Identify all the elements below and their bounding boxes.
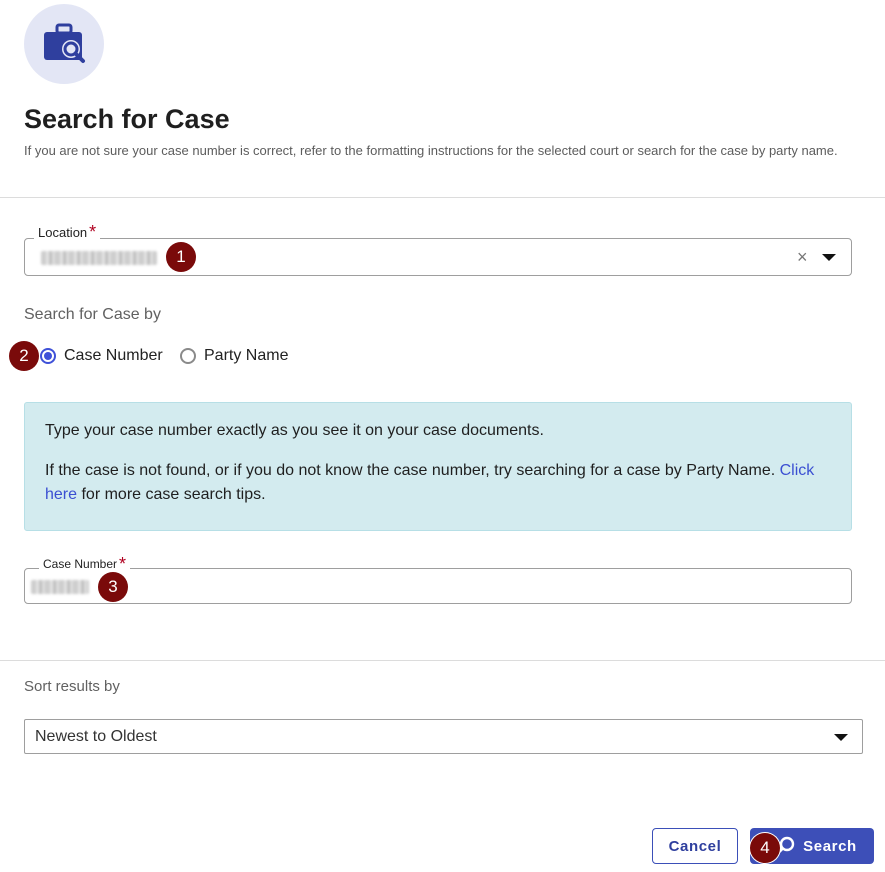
step-badge-4: 4 [750,833,780,863]
sort-select-value: Newest to Oldest [35,728,157,745]
info-line-2: If the case is not found, or if you do n… [45,462,815,503]
required-mark: * [89,222,97,242]
radio-button-checked[interactable] [40,348,56,364]
search-by-label: Search for Case by [24,306,161,323]
step-badge-3: 3 [98,572,128,602]
radio-button[interactable] [180,348,196,364]
chevron-down-icon[interactable] [834,734,848,741]
sort-select[interactable]: Newest to Oldest [24,719,863,754]
briefcase-search-icon [24,4,104,84]
search-for-case-page: Search for Case If you are not sure your… [0,0,885,872]
location-value-redacted [41,251,157,265]
radio-case-number-label: Case Number [64,347,163,364]
radio-party-name-label: Party Name [204,347,289,364]
location-label: Location * [34,222,101,242]
required-mark: * [119,554,127,574]
case-number-label: Case Number * [39,554,131,574]
page-subtitle: If you are not sure your case number is … [24,143,838,158]
radio-party-name[interactable]: Party Name [180,347,288,365]
step-badge-2: 2 [9,341,39,371]
info-alert: Type your case number exactly as you see… [24,402,852,531]
page-title: Search for Case [24,104,230,134]
search-button-label: Search [803,837,857,855]
clear-icon[interactable]: × [797,247,808,268]
cancel-button[interactable]: Cancel [652,828,738,864]
location-select[interactable]: × [24,238,852,276]
case-number-input[interactable] [24,568,852,604]
info-line-1: Type your case number exactly as you see… [45,422,544,439]
chevron-down-icon[interactable] [822,254,836,261]
divider [0,197,885,198]
sort-label: Sort results by [24,678,120,695]
case-number-value-redacted [31,580,89,594]
divider [0,660,885,661]
step-badge-1: 1 [166,242,196,272]
radio-case-number[interactable]: Case Number [40,347,163,365]
